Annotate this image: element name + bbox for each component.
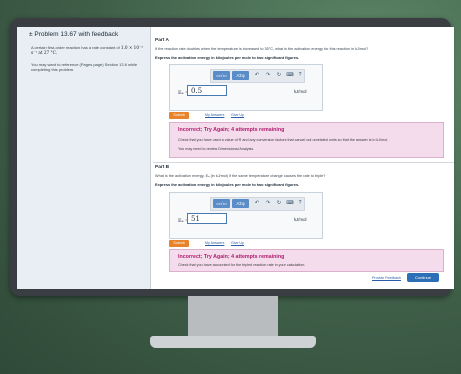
part-b-my-answers-link[interactable]: My Answers <box>205 241 224 245</box>
part-a-feedback-text: Check that you have used a value of R an… <box>178 138 389 142</box>
part-b-question: What is the activation energy, Eₐ (in kJ… <box>155 174 326 178</box>
part-b-submit-button[interactable]: Submit <box>169 240 189 247</box>
keyboard-icon[interactable]: ⌨ <box>286 199 294 208</box>
part-a-feedback-review[interactable]: You may need to review Dimensional Analy… <box>178 147 254 151</box>
templates-button[interactable]: ▭√▭ <box>213 71 230 80</box>
problem-statement: A certain first-order reaction has a rat… <box>31 45 143 55</box>
part-b-feedback: Incorrect; Try Again; 4 attempts remaini… <box>169 249 444 272</box>
part-b-label[interactable]: Part B <box>155 165 169 170</box>
part-b-answer-box: ▭√▭ ΑΣφ ↶ ↷ ↻ ⌨ ? Eₐ = 51 kJ/mol <box>169 192 323 239</box>
part-a-answer-input[interactable]: 0.5 <box>187 85 227 96</box>
problem-title: ± Problem 13.67 with feedback <box>29 31 119 38</box>
part-a-feedback-title: Incorrect; Try Again; 4 attempts remaini… <box>178 127 285 133</box>
help-button[interactable]: ? <box>297 71 303 80</box>
part-a-question: If the reaction rate doubles when the te… <box>155 47 369 51</box>
monitor-base <box>150 336 316 348</box>
redo-icon[interactable]: ↷ <box>264 199 272 208</box>
monitor-screen: ± Problem 13.67 with feedback A certain … <box>17 27 454 289</box>
part-a-feedback: Incorrect; Try Again; 4 attempts remaini… <box>169 122 444 158</box>
part-a-submit-button[interactable]: Submit <box>169 112 189 119</box>
undo-icon[interactable]: ↶ <box>253 199 261 208</box>
part-a-label[interactable]: Part A <box>155 38 169 43</box>
part-b-feedback-title: Incorrect; Try Again; 4 attempts remaini… <box>178 254 285 260</box>
redo-icon[interactable]: ↷ <box>264 71 272 80</box>
part-b-instruction: Express the activation energy in kilojou… <box>155 182 300 187</box>
part-b-unit: kJ/mol <box>294 217 307 222</box>
part-b-toolbar: ▭√▭ ΑΣφ ↶ ↷ ↻ ⌨ ? <box>210 197 305 211</box>
part-b-answer-input[interactable]: 51 <box>187 213 227 224</box>
part-a-my-answers-link[interactable]: My Answers <box>205 113 224 117</box>
undo-icon[interactable]: ↶ <box>253 71 261 80</box>
part-a-toolbar: ▭√▭ ΑΣφ ↶ ↷ ↻ ⌨ ? <box>210 69 305 83</box>
problem-pane: ± Problem 13.67 with feedback A certain … <box>17 27 151 289</box>
provide-feedback-link[interactable]: Provide Feedback <box>372 276 401 280</box>
keyboard-icon[interactable]: ⌨ <box>286 71 294 80</box>
help-button[interactable]: ? <box>297 199 303 208</box>
templates-button[interactable]: ▭√▭ <box>213 199 230 208</box>
reset-icon[interactable]: ↻ <box>275 199 283 208</box>
continue-button[interactable]: Continue <box>407 273 439 282</box>
monitor-stand <box>188 296 278 338</box>
part-a-answer-box: ▭√▭ ΑΣφ ↶ ↷ ↻ ⌨ ? Eₐ = 0.5 kJ/mol <box>169 64 323 111</box>
reset-icon[interactable]: ↻ <box>275 71 283 80</box>
part-b-give-up-link[interactable]: Give Up <box>231 241 244 245</box>
part-a-give-up-link[interactable]: Give Up <box>231 113 244 117</box>
part-a-unit: kJ/mol <box>294 89 307 94</box>
part-a-instruction: Express the activation energy in kilojou… <box>155 55 300 60</box>
part-divider <box>153 162 454 163</box>
part-b-feedback-text: Check that you have accounted for the tr… <box>178 263 306 267</box>
symbols-button[interactable]: ΑΣφ <box>232 199 249 208</box>
symbols-button[interactable]: ΑΣφ <box>232 71 249 80</box>
parts-pane: Part A If the reaction rate doubles when… <box>153 27 454 289</box>
problem-reference[interactable]: You may want to reference (Pages page) S… <box>31 62 143 72</box>
